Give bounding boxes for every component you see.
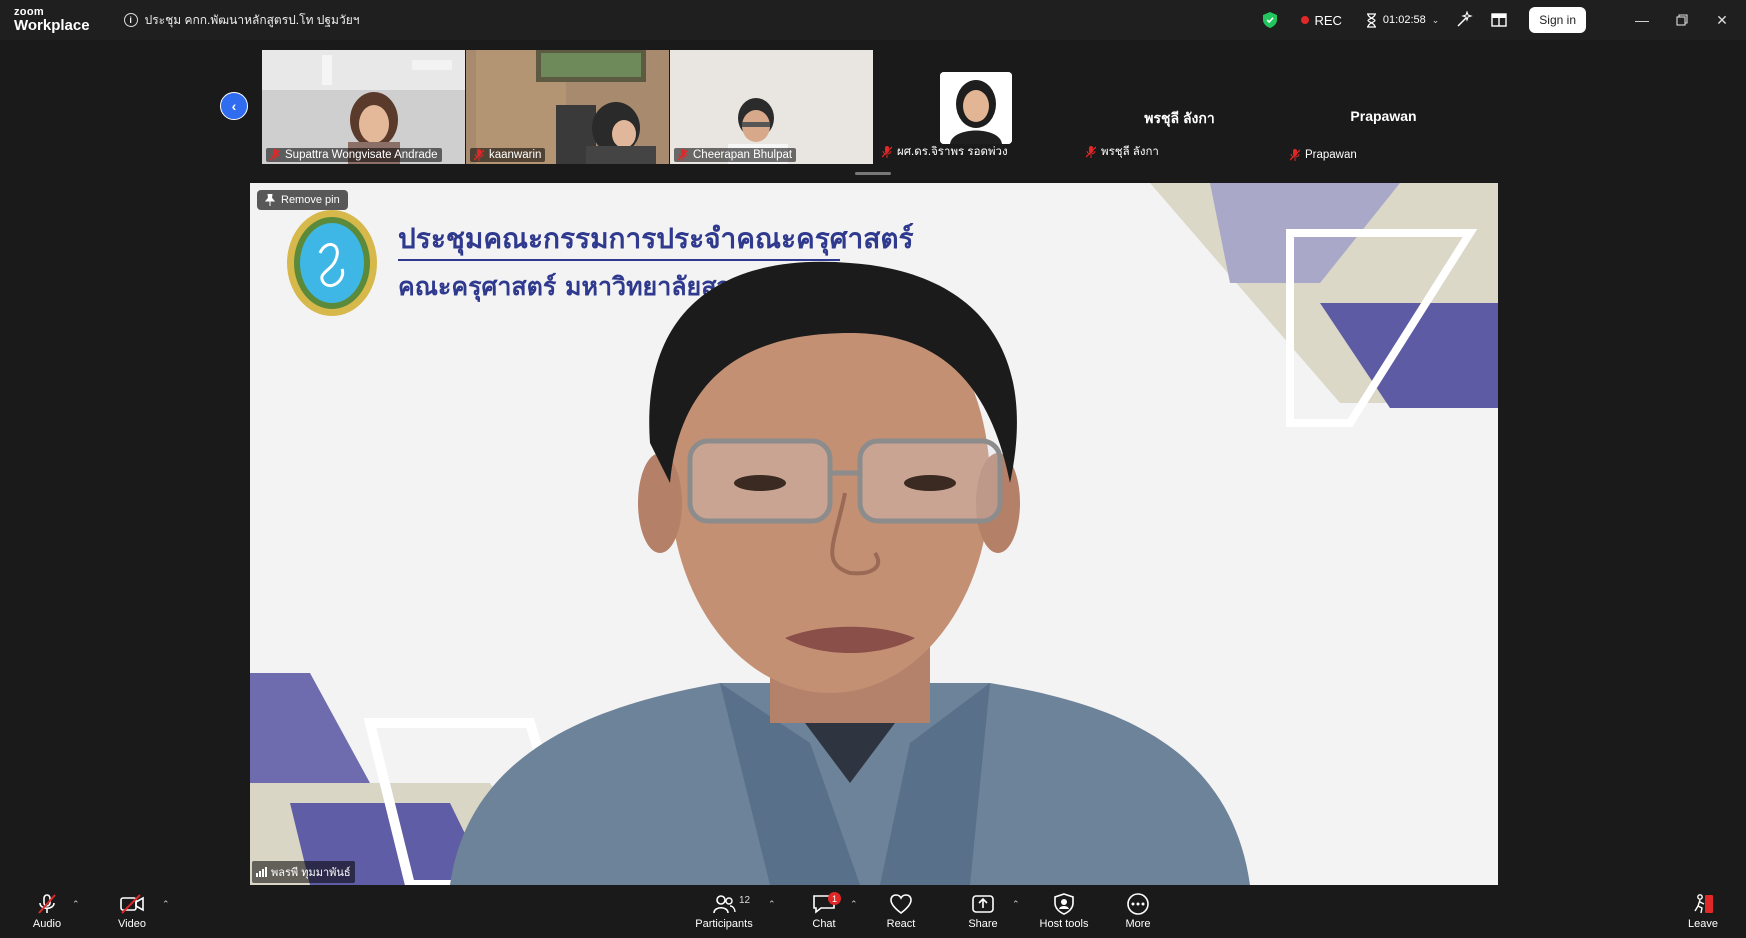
muted-mic-icon [882,146,892,158]
participant-name-tag: ผศ.ดร.จิราพร รอดพ่วง [878,142,1012,162]
participant-name: พรชุลี ลังกา [1101,146,1159,158]
pinned-speaker-video[interactable]: ประชุมคณะกรรมการประจำคณะครุศาสตร์ คณะครุ… [250,183,1498,885]
participant-name-tag: พรชุลี ลังกา [1082,142,1163,162]
logo-big-text: Workplace [14,17,90,34]
participant-name: ผศ.ดร.จิราพร รอดพ่วง [897,146,1008,158]
audio-label: Audio [32,918,62,930]
participants-options-chevron-icon[interactable]: ⌃ [768,899,776,910]
avatar [940,72,1012,144]
chat-unread-badge: 1 [828,892,841,905]
share-screen-icon [972,895,994,913]
info-icon[interactable]: i [123,13,138,27]
participant-name-tag: Prapawan [1286,148,1361,162]
host-tools-label: Host tools [1039,918,1089,930]
audio-options-chevron-icon[interactable]: ⌃ [72,899,80,910]
share-button[interactable]: Share [943,893,1023,930]
pin-icon [265,194,275,206]
meeting-info[interactable]: i ประชุม คกก.พัฒนาหลักสูตรป.โท ปฐมวัยฯ [123,11,360,30]
signal-strength-icon [256,867,267,877]
apps-grid-icon[interactable] [1491,13,1507,27]
leave-exit-icon [1694,894,1713,914]
participant-tile[interactable]: พรชุลี ลังกา พรชุลี ลังกา [1078,50,1281,164]
participants-icon [713,895,736,914]
participant-tile[interactable]: Supattra Wongvisate Andrade [262,50,465,164]
speaker-name-tag: พลรพี ทุมมาพันธ์ [252,861,355,883]
restore-icon[interactable] [1662,0,1702,40]
strip-previous-button[interactable]: ‹ [220,92,248,120]
title-bar: zoom Workplace i ประชุม คกก.พัฒนาหลักสูต… [0,0,1746,40]
muted-mic-icon [38,894,56,914]
speaker-video [450,261,1250,885]
leave-button[interactable]: Leave [1663,893,1743,930]
participant-name: Cheerapan Bhulpat [693,149,793,161]
participant-tile[interactable]: kaanwarin [466,50,669,164]
participants-count: 12 [739,895,751,906]
host-tools-button[interactable]: Host tools [1024,893,1104,930]
participant-name: kaanwarin [489,149,542,161]
more-dots-icon [1127,893,1149,915]
more-label: More [1125,918,1151,930]
participant-video [670,50,873,164]
participant-video [466,50,669,164]
meeting-title: ประชุม คกก.พัฒนาหลักสูตรป.โท ปฐมวัยฯ [144,12,360,27]
participant-name-tag: Supattra Wongvisate Andrade [266,148,442,162]
chat-label: Chat [812,918,836,930]
zoom-logo: zoom Workplace [14,7,90,34]
participant-name: Prapawan [1305,149,1357,161]
strip-resize-handle[interactable] [855,172,891,175]
participant-name-tag: Cheerapan Bhulpat [674,148,797,162]
remove-pin-button[interactable]: Remove pin [257,190,348,210]
heart-react-icon [890,894,912,915]
participant-name-tag: kaanwarin [470,148,546,162]
video-button[interactable]: Video [92,893,172,930]
share-label: Share [968,918,998,930]
participant-tile[interactable]: Prapawan Prapawan [1282,50,1485,164]
chat-options-chevron-icon[interactable]: ⌃ [850,899,858,910]
participant-name: Supattra Wongvisate Andrade [285,149,438,161]
video-options-chevron-icon[interactable]: ⌃ [162,899,170,910]
muted-mic-icon [474,149,484,161]
meeting-controls: Audio ⌃ Video ⌃ Participants 12 ⌃ Chat 1… [0,885,1746,938]
speaker-name: พลรพี ทุมมาพันธ์ [271,867,351,879]
video-label: Video [118,918,146,930]
participants-button[interactable]: Participants [684,893,764,930]
share-options-chevron-icon[interactable]: ⌃ [1012,899,1020,910]
sparkle-ai-icon[interactable] [1455,11,1474,29]
muted-mic-icon [1290,149,1300,161]
react-button[interactable]: React [861,893,941,930]
participant-strip: ‹ Supattra Wongvisate Andrade kaanwarin … [0,40,1746,180]
participant-display-name: พรชุลี ลังกา [1144,110,1215,126]
video-off-icon [120,894,144,914]
host-tools-shield-icon [1054,893,1074,915]
hourglass-icon [1366,12,1376,28]
close-icon[interactable]: ✕ [1702,0,1742,40]
muted-mic-icon [270,149,280,161]
participant-display-name: Prapawan [1350,108,1417,124]
participant-tile[interactable]: Cheerapan Bhulpat [670,50,873,164]
sign-in-button[interactable]: Sign in [1529,7,1586,33]
chevron-down-icon[interactable]: ⌄ [1432,15,1440,26]
participant-video [262,50,465,164]
muted-mic-icon [1086,146,1096,158]
meeting-timer[interactable]: 01:02:58 ⌄ [1366,12,1440,28]
react-label: React [886,918,916,930]
participants-label: Participants [695,918,753,930]
encryption-shield-icon[interactable] [1263,12,1278,28]
recording-dot-icon [1301,16,1310,24]
rec-label: REC [1314,12,1342,28]
minimize-icon[interactable]: — [1622,0,1662,40]
recording-indicator[interactable]: REC [1301,12,1342,28]
more-button[interactable]: More [1098,893,1178,930]
leave-label: Leave [1688,918,1718,930]
muted-mic-icon [678,149,688,161]
remove-pin-label: Remove pin [281,194,340,206]
timer-value: 01:02:58 [1382,14,1426,26]
